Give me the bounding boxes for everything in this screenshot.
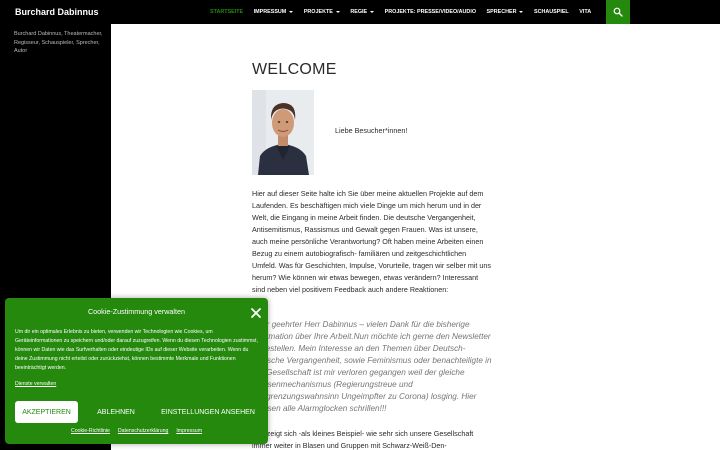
caret-down-icon <box>289 11 294 13</box>
quote-text: Sehr geehrter Herr Dabinnus – vielen Dan… <box>252 320 492 413</box>
caret-down-icon <box>335 11 340 13</box>
caret-down-icon <box>519 11 524 13</box>
intro-paragraph: Hier auf dieser Seite halte ich Sie über… <box>252 189 492 294</box>
cookie-consent-dialog: Cookie-Zustimmung verwalten Um dir ein o… <box>5 298 268 444</box>
nav-item-label: PROJEKTE: PRESSE/VIDEO/AUDIO <box>384 9 477 15</box>
nav-item-startseite[interactable]: STARTSEITE <box>210 0 243 24</box>
nav-item-regie[interactable]: REGIE <box>350 0 375 24</box>
deny-button[interactable]: ABLEHNEN <box>86 401 146 423</box>
nav-item-label: SCHAUSPIEL <box>533 9 569 15</box>
greeting-text: Liebe Besucher*innen! <box>335 126 408 135</box>
privacy-policy-link[interactable]: Datenschutzerklärung <box>118 428 168 434</box>
nav-item-label: STARTSEITE <box>210 9 244 15</box>
search-icon <box>613 7 623 17</box>
nav-item-label: PROJEKTE <box>303 9 333 15</box>
view-settings-button[interactable]: EINSTELLUNGEN ANSEHEN <box>153 401 263 423</box>
top-bar: Burchard Dabinnus STARTSEITE IMPRESSUM P… <box>0 0 720 24</box>
nav-item-label: REGIE <box>350 9 368 15</box>
main-nav: STARTSEITE IMPRESSUM PROJEKTE REGIE PROJ… <box>210 0 602 24</box>
imprint-link[interactable]: Impressum <box>176 428 202 434</box>
nav-item-sprecher[interactable]: SPRECHER <box>487 0 524 24</box>
nav-item-label: IMPRESSUM <box>253 9 287 15</box>
close-icon <box>251 308 261 318</box>
nav-item-projekte[interactable]: PROJEKTE <box>304 0 340 24</box>
accept-button[interactable]: AKZEPTIEREN <box>15 401 78 423</box>
caret-down-icon <box>370 11 375 13</box>
nav-item-impressum[interactable]: IMPRESSUM <box>254 0 294 24</box>
search-button[interactable] <box>606 0 630 24</box>
close-button[interactable] <box>250 306 262 318</box>
cookie-title: Cookie-Zustimmung verwalten <box>87 307 186 316</box>
site-title[interactable]: Burchard Dabinnus <box>15 0 99 24</box>
nav-item-label: VITA <box>579 9 592 15</box>
nav-item-presse[interactable]: PROJEKTE: PRESSE/VIDEO/AUDIO <box>385 0 476 24</box>
portrait-image <box>252 90 314 175</box>
cookie-footer-links: Cookie-Richtlinie Datenschutzerklärung I… <box>5 428 268 434</box>
quote-block: Sehr geehrter Herr Dabinnus – vielen Dan… <box>252 319 492 415</box>
cookie-text: Um dir ein optimales Erlebnis zu bieten,… <box>15 329 258 371</box>
nav-item-schauspiel[interactable]: SCHAUSPIEL <box>534 0 569 24</box>
page-title: WELCOME <box>252 61 337 78</box>
nav-item-label: SPRECHER <box>486 9 517 15</box>
cookie-policy-link[interactable]: Cookie-Richtlinie <box>71 428 110 434</box>
nav-item-vita[interactable]: VITA <box>579 0 591 24</box>
site-description: Burchard Dabinnus, Theatermacher, Regiss… <box>14 31 103 55</box>
manage-services-link[interactable]: Dienste verwalten <box>15 381 56 387</box>
outro-paragraph: Das zeigt sich -als kleines Beispiel- wi… <box>252 429 474 450</box>
